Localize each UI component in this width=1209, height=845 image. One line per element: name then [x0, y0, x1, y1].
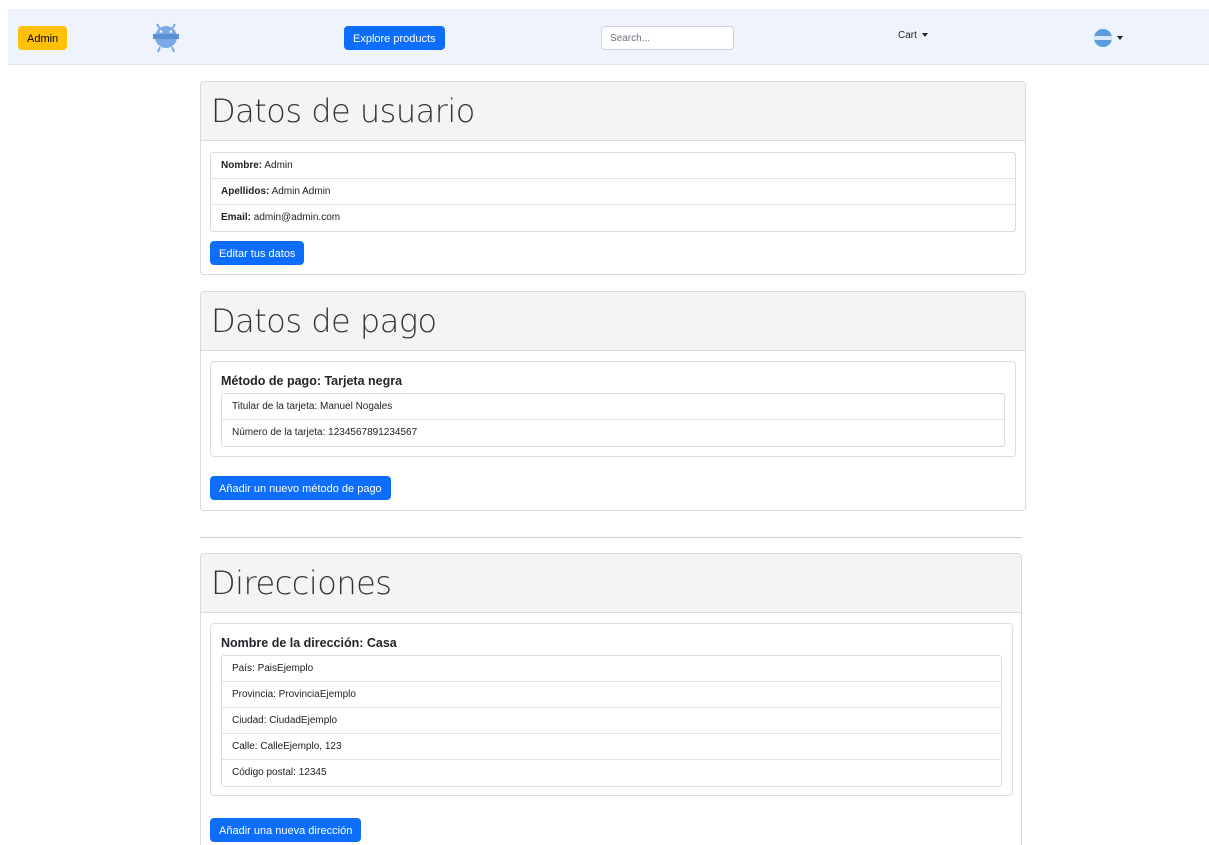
user-data-card: Datos de usuario Nombre: Admin Apellidos… — [200, 81, 1026, 275]
payment-method-title: Método de pago: Tarjeta negra — [221, 374, 403, 388]
divider — [200, 537, 1022, 538]
add-payment-method-button[interactable]: Añadir un nuevo método de pago — [210, 476, 391, 500]
android-robot-icon[interactable] — [149, 20, 183, 54]
user-avatar-icon — [1094, 29, 1112, 47]
search-input[interactable] — [601, 26, 734, 50]
payment-fields-list: Titular de la tarjeta: Manuel Nogales Nú… — [221, 393, 1005, 447]
address-fields-list: País: PaisEjemplo Provincia: ProvinciaEj… — [221, 655, 1002, 787]
navbar: Admin Explore products Cart — [8, 9, 1209, 65]
user-fields-list: Nombre: Admin Apellidos: Admin Admin Ema… — [210, 152, 1016, 232]
list-item-calle: Calle: CalleEjemplo, 123 — [222, 734, 1001, 760]
list-item-codigo-postal: Código postal: 12345 — [232, 767, 327, 778]
user-data-title: Datos de usuario — [211, 92, 475, 130]
field-label: Nombre: — [221, 160, 263, 171]
addresses-title: Direcciones — [211, 564, 392, 602]
cart-label: Cart — [898, 30, 917, 41]
payment-method-card: Método de pago: Tarjeta negra Titular de… — [210, 361, 1016, 457]
list-item-card-number: Número de la tarjeta: 1234567891234567 — [232, 427, 418, 438]
explore-products-button[interactable]: Explore products — [344, 26, 445, 50]
field-value: Admin Admin — [269, 186, 331, 197]
list-item-pais: País: PaisEjemplo — [222, 656, 1001, 682]
top-strip — [0, 0, 1209, 8]
list-item-nombre: Nombre: Admin — [211, 153, 1015, 179]
list-item-card-holder: Titular de la tarjeta: Manuel Nogales — [222, 394, 1004, 420]
addresses-card: Direcciones Nombre de la dirección: Casa… — [200, 553, 1022, 845]
payment-data-header: Datos de pago — [201, 292, 1025, 351]
admin-button[interactable]: Admin — [18, 26, 68, 50]
list-item-email: Email: admin@admin.com — [211, 205, 1015, 231]
list-item-apellidos: Apellidos: Admin Admin — [211, 179, 1015, 205]
chevron-down-icon — [1117, 36, 1123, 40]
field-label: Apellidos: — [221, 186, 270, 197]
address-card: Nombre de la dirección: Casa País: PaisE… — [210, 623, 1013, 796]
edit-user-data-button[interactable]: Editar tus datos — [210, 241, 305, 265]
cart-dropdown[interactable]: Cart — [898, 30, 928, 41]
payment-data-title: Datos de pago — [211, 302, 437, 340]
field-value: admin@admin.com — [251, 212, 341, 223]
field-value: Admin — [262, 160, 293, 171]
add-address-button[interactable]: Añadir una nueva dirección — [210, 818, 362, 842]
list-item-provincia: Provincia: ProvinciaEjemplo — [222, 682, 1001, 708]
address-title: Nombre de la dirección: Casa — [221, 636, 397, 650]
addresses-header: Direcciones — [201, 554, 1021, 613]
payment-data-card: Datos de pago Método de pago: Tarjeta ne… — [200, 291, 1026, 511]
field-label: Email: — [221, 212, 252, 223]
user-menu-dropdown[interactable] — [1094, 29, 1123, 47]
list-item-ciudad: Ciudad: CiudadEjemplo — [222, 708, 1001, 734]
chevron-down-icon — [921, 33, 928, 38]
user-data-header: Datos de usuario — [201, 82, 1025, 141]
